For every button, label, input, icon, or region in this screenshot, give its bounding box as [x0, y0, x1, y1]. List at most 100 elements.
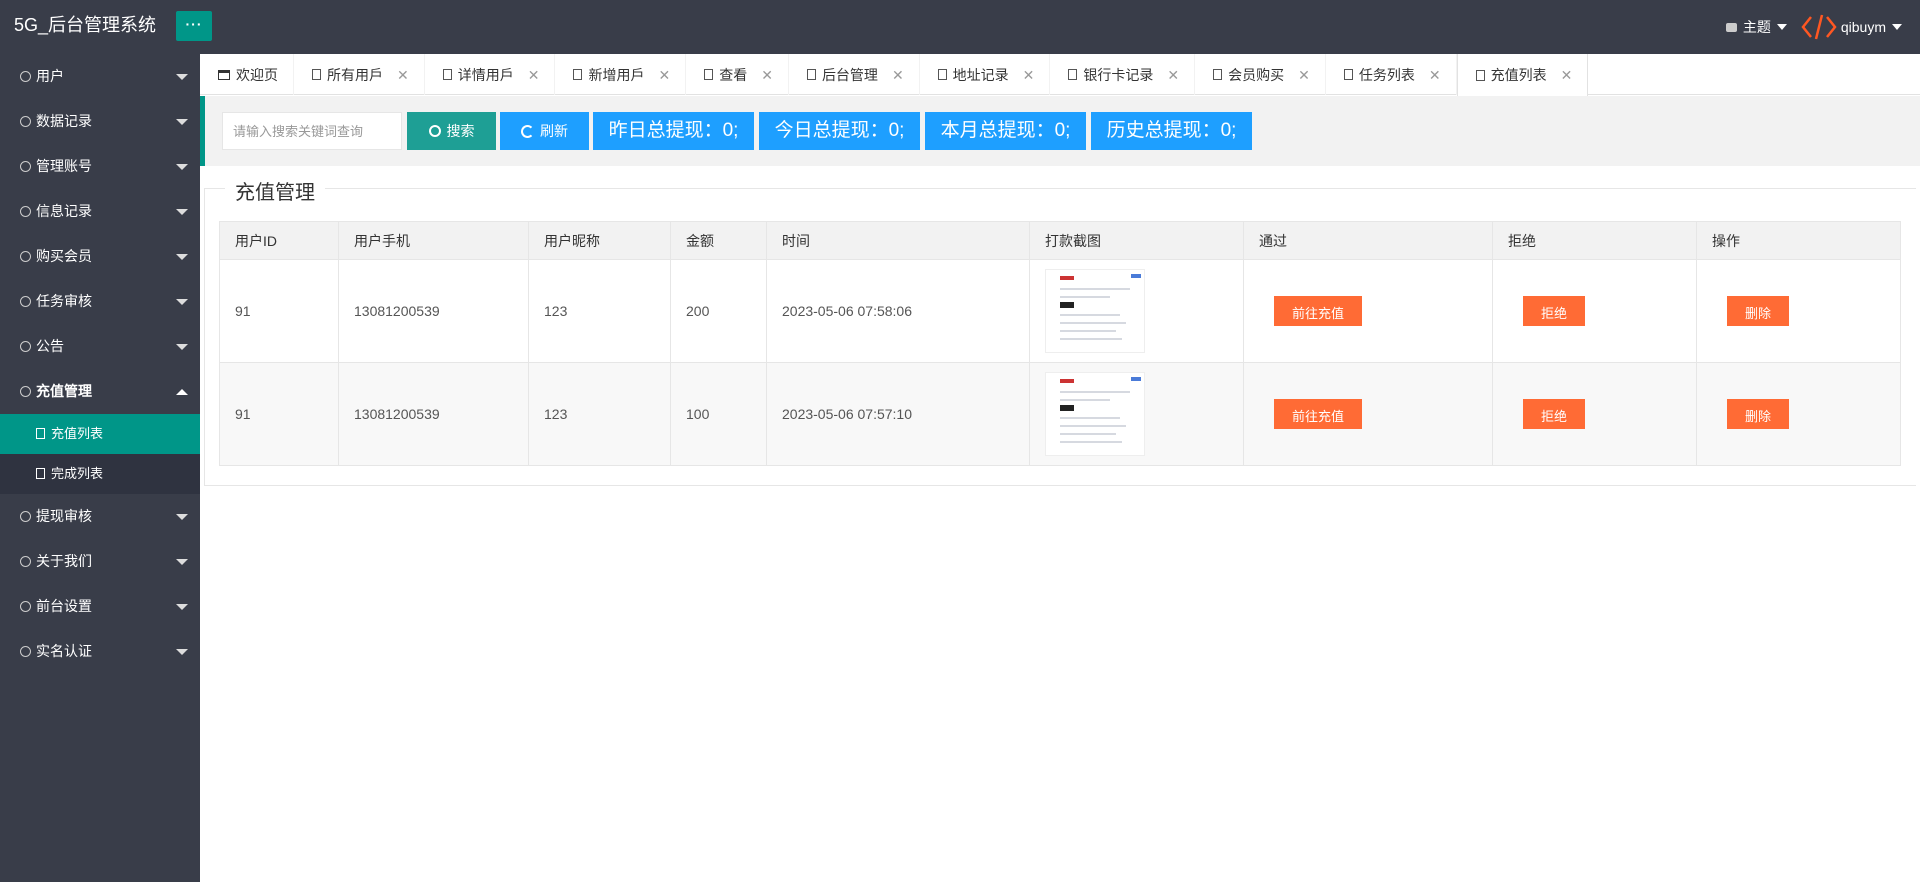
- stat-today-withdraw[interactable]: 今日总提现：0;: [759, 112, 920, 150]
- tab-view[interactable]: 查看 ✕: [686, 54, 789, 95]
- cell-user-phone: 13081200539: [338, 362, 529, 466]
- chevron-up-icon: [176, 389, 188, 395]
- circle-icon: [20, 161, 31, 172]
- tab-user-details[interactable]: 详情用戶 ✕: [425, 54, 556, 95]
- file-icon: [1475, 69, 1485, 81]
- col-header: 用户ID: [219, 221, 339, 260]
- tab-recharge-list[interactable]: 充值列表 ✕: [1456, 54, 1589, 96]
- thumb-line: [1060, 330, 1116, 332]
- close-icon[interactable]: ✕: [761, 55, 773, 95]
- thumb-line: [1060, 322, 1126, 324]
- payment-screenshot-thumbnail[interactable]: [1045, 269, 1145, 353]
- chevron-down-icon: [1892, 24, 1902, 30]
- sidebar-item-frontend-settings[interactable]: 前台设置: [0, 584, 200, 629]
- sidebar-item-task-review[interactable]: 任务审核: [0, 279, 200, 324]
- col-header: 用户昵称: [528, 221, 671, 260]
- circle-icon: [20, 251, 31, 262]
- sidebar-item-label: 公告: [36, 338, 64, 354]
- search-button[interactable]: 搜索: [407, 112, 496, 150]
- reject-button[interactable]: 拒绝: [1523, 399, 1586, 429]
- delete-button[interactable]: 删除: [1727, 399, 1790, 429]
- table-row: 91 13081200539 123 100 2023-05-06 07:57:…: [219, 362, 1901, 466]
- close-icon[interactable]: ✕: [1561, 55, 1573, 95]
- close-icon[interactable]: ✕: [658, 55, 670, 95]
- cell-approve: 前往充值: [1243, 259, 1493, 363]
- close-icon[interactable]: ✕: [528, 55, 540, 95]
- sidebar-subitem-recharge-list[interactable]: 充值列表: [0, 414, 200, 454]
- sidebar-item-label: 前台设置: [36, 598, 92, 614]
- search-icon: [428, 125, 441, 137]
- tab-label: 后台管理: [821, 66, 878, 83]
- file-icon: [1213, 69, 1223, 80]
- cell-amount: 200: [670, 259, 767, 363]
- tab-task-list[interactable]: 任务列表 ✕: [1326, 54, 1457, 95]
- file-icon: [36, 428, 45, 439]
- sidebar-item-info-records[interactable]: 信息记录: [0, 189, 200, 234]
- search-toolbar: 搜索 搜索刷新 昨日总提现：0; 今日总提现：0; 本月总提现：0; 历史总提现…: [200, 96, 1920, 166]
- tab-bar: 欢迎页 所有用戶 ✕ 详情用戶 ✕ 新增用戶 ✕ 查看 ✕ 后台管理 ✕ 地址记录 ✕ 银行…: [200, 54, 1920, 96]
- sidebar-subitem-label: 充值列表: [51, 426, 104, 441]
- sidebar-item-data-records[interactable]: 数据记录: [0, 99, 200, 144]
- col-header: 操作: [1696, 221, 1901, 260]
- tab-membership-purchase[interactable]: 会员购买 ✕: [1195, 54, 1326, 95]
- thumb-logo: [1060, 379, 1074, 383]
- cell-time: 2023-05-06 07:57:10: [766, 362, 1030, 466]
- sidebar-item-announcement[interactable]: 公告: [0, 324, 200, 369]
- close-icon[interactable]: ✕: [1023, 55, 1035, 95]
- tab-backend-management[interactable]: 后台管理 ✕: [789, 54, 920, 95]
- reject-button[interactable]: 拒绝: [1523, 296, 1586, 326]
- go-recharge-button[interactable]: 前往充值: [1274, 296, 1363, 326]
- circle-icon: [20, 386, 31, 397]
- file-icon: [937, 69, 947, 80]
- tab-label: 查看: [719, 66, 748, 83]
- sidebar-item-real-name-auth[interactable]: 实名认证: [0, 629, 200, 674]
- close-icon[interactable]: ✕: [1429, 55, 1441, 95]
- sidebar-item-withdraw-review[interactable]: 提现审核: [0, 494, 200, 539]
- sidebar-item-label: 购买会员: [36, 248, 92, 264]
- thumb-line: [1060, 314, 1120, 316]
- thumb-line: [1060, 441, 1122, 443]
- col-header: 打款截图: [1029, 221, 1244, 260]
- refresh-icon: [521, 125, 534, 138]
- cell-user-phone: 13081200539: [338, 259, 529, 363]
- go-recharge-button[interactable]: 前往充值: [1274, 399, 1363, 429]
- menu-toggle-button[interactable]: ···: [176, 11, 212, 41]
- search-input[interactable]: [222, 112, 402, 150]
- theme-dropdown[interactable]: 主题: [1725, 17, 1787, 37]
- search-button-label: 搜索: [446, 123, 475, 139]
- close-icon[interactable]: ✕: [892, 55, 904, 95]
- chevron-down-icon: [176, 514, 188, 520]
- sidebar-item-admin-accounts[interactable]: 管理账号: [0, 144, 200, 189]
- recharge-table: 用户ID 用户手机 用户昵称 金额 时间 打款截图 通过 拒绝 操作 91 13…: [219, 221, 1901, 466]
- tab-welcome[interactable]: 欢迎页: [200, 54, 294, 95]
- sidebar-subitem-completed-list[interactable]: 完成列表: [0, 454, 200, 494]
- sidebar-item-buy-membership[interactable]: 购买会员: [0, 234, 200, 279]
- close-icon[interactable]: ✕: [1298, 55, 1310, 95]
- col-header: 用户手机: [338, 221, 529, 260]
- tab-label: 地址记录: [952, 66, 1009, 83]
- sidebar-item-users[interactable]: 用户: [0, 54, 200, 99]
- user-dropdown[interactable]: qibuym: [1841, 19, 1902, 35]
- delete-button[interactable]: 删除: [1727, 296, 1790, 326]
- payment-screenshot-thumbnail[interactable]: [1045, 372, 1145, 456]
- stat-month-withdraw[interactable]: 本月总提现：0;: [925, 112, 1086, 150]
- tab-bank-card-records[interactable]: 银行卡记录 ✕: [1050, 54, 1196, 95]
- stat-yesterday-withdraw[interactable]: 昨日总提现：0;: [593, 112, 754, 150]
- tab-add-user[interactable]: 新增用戶 ✕: [555, 54, 687, 95]
- tab-address-records[interactable]: 地址记录 ✕: [920, 54, 1051, 95]
- cell-time: 2023-05-06 07:58:06: [766, 259, 1030, 363]
- chevron-down-icon: [176, 209, 188, 215]
- theme-label: 主题: [1742, 19, 1771, 35]
- sidebar-item-recharge-management[interactable]: 充值管理: [0, 369, 200, 414]
- close-icon[interactable]: ✕: [397, 55, 409, 95]
- close-icon[interactable]: ✕: [1167, 55, 1179, 95]
- chevron-down-icon: [176, 164, 188, 170]
- sidebar-item-label: 充值管理: [36, 383, 92, 399]
- file-icon: [442, 69, 452, 80]
- table-header-row: 用户ID 用户手机 用户昵称 金额 时间 打款截图 通过 拒绝 操作: [219, 221, 1901, 260]
- tab-all-users[interactable]: 所有用戶 ✕: [294, 54, 425, 95]
- sidebar-item-about-us[interactable]: 关于我们: [0, 539, 200, 584]
- stat-history-withdraw[interactable]: 历史总提现：0;: [1091, 112, 1252, 150]
- thumb-line: [1060, 296, 1110, 298]
- refresh-button[interactable]: 搜索刷新: [500, 112, 589, 150]
